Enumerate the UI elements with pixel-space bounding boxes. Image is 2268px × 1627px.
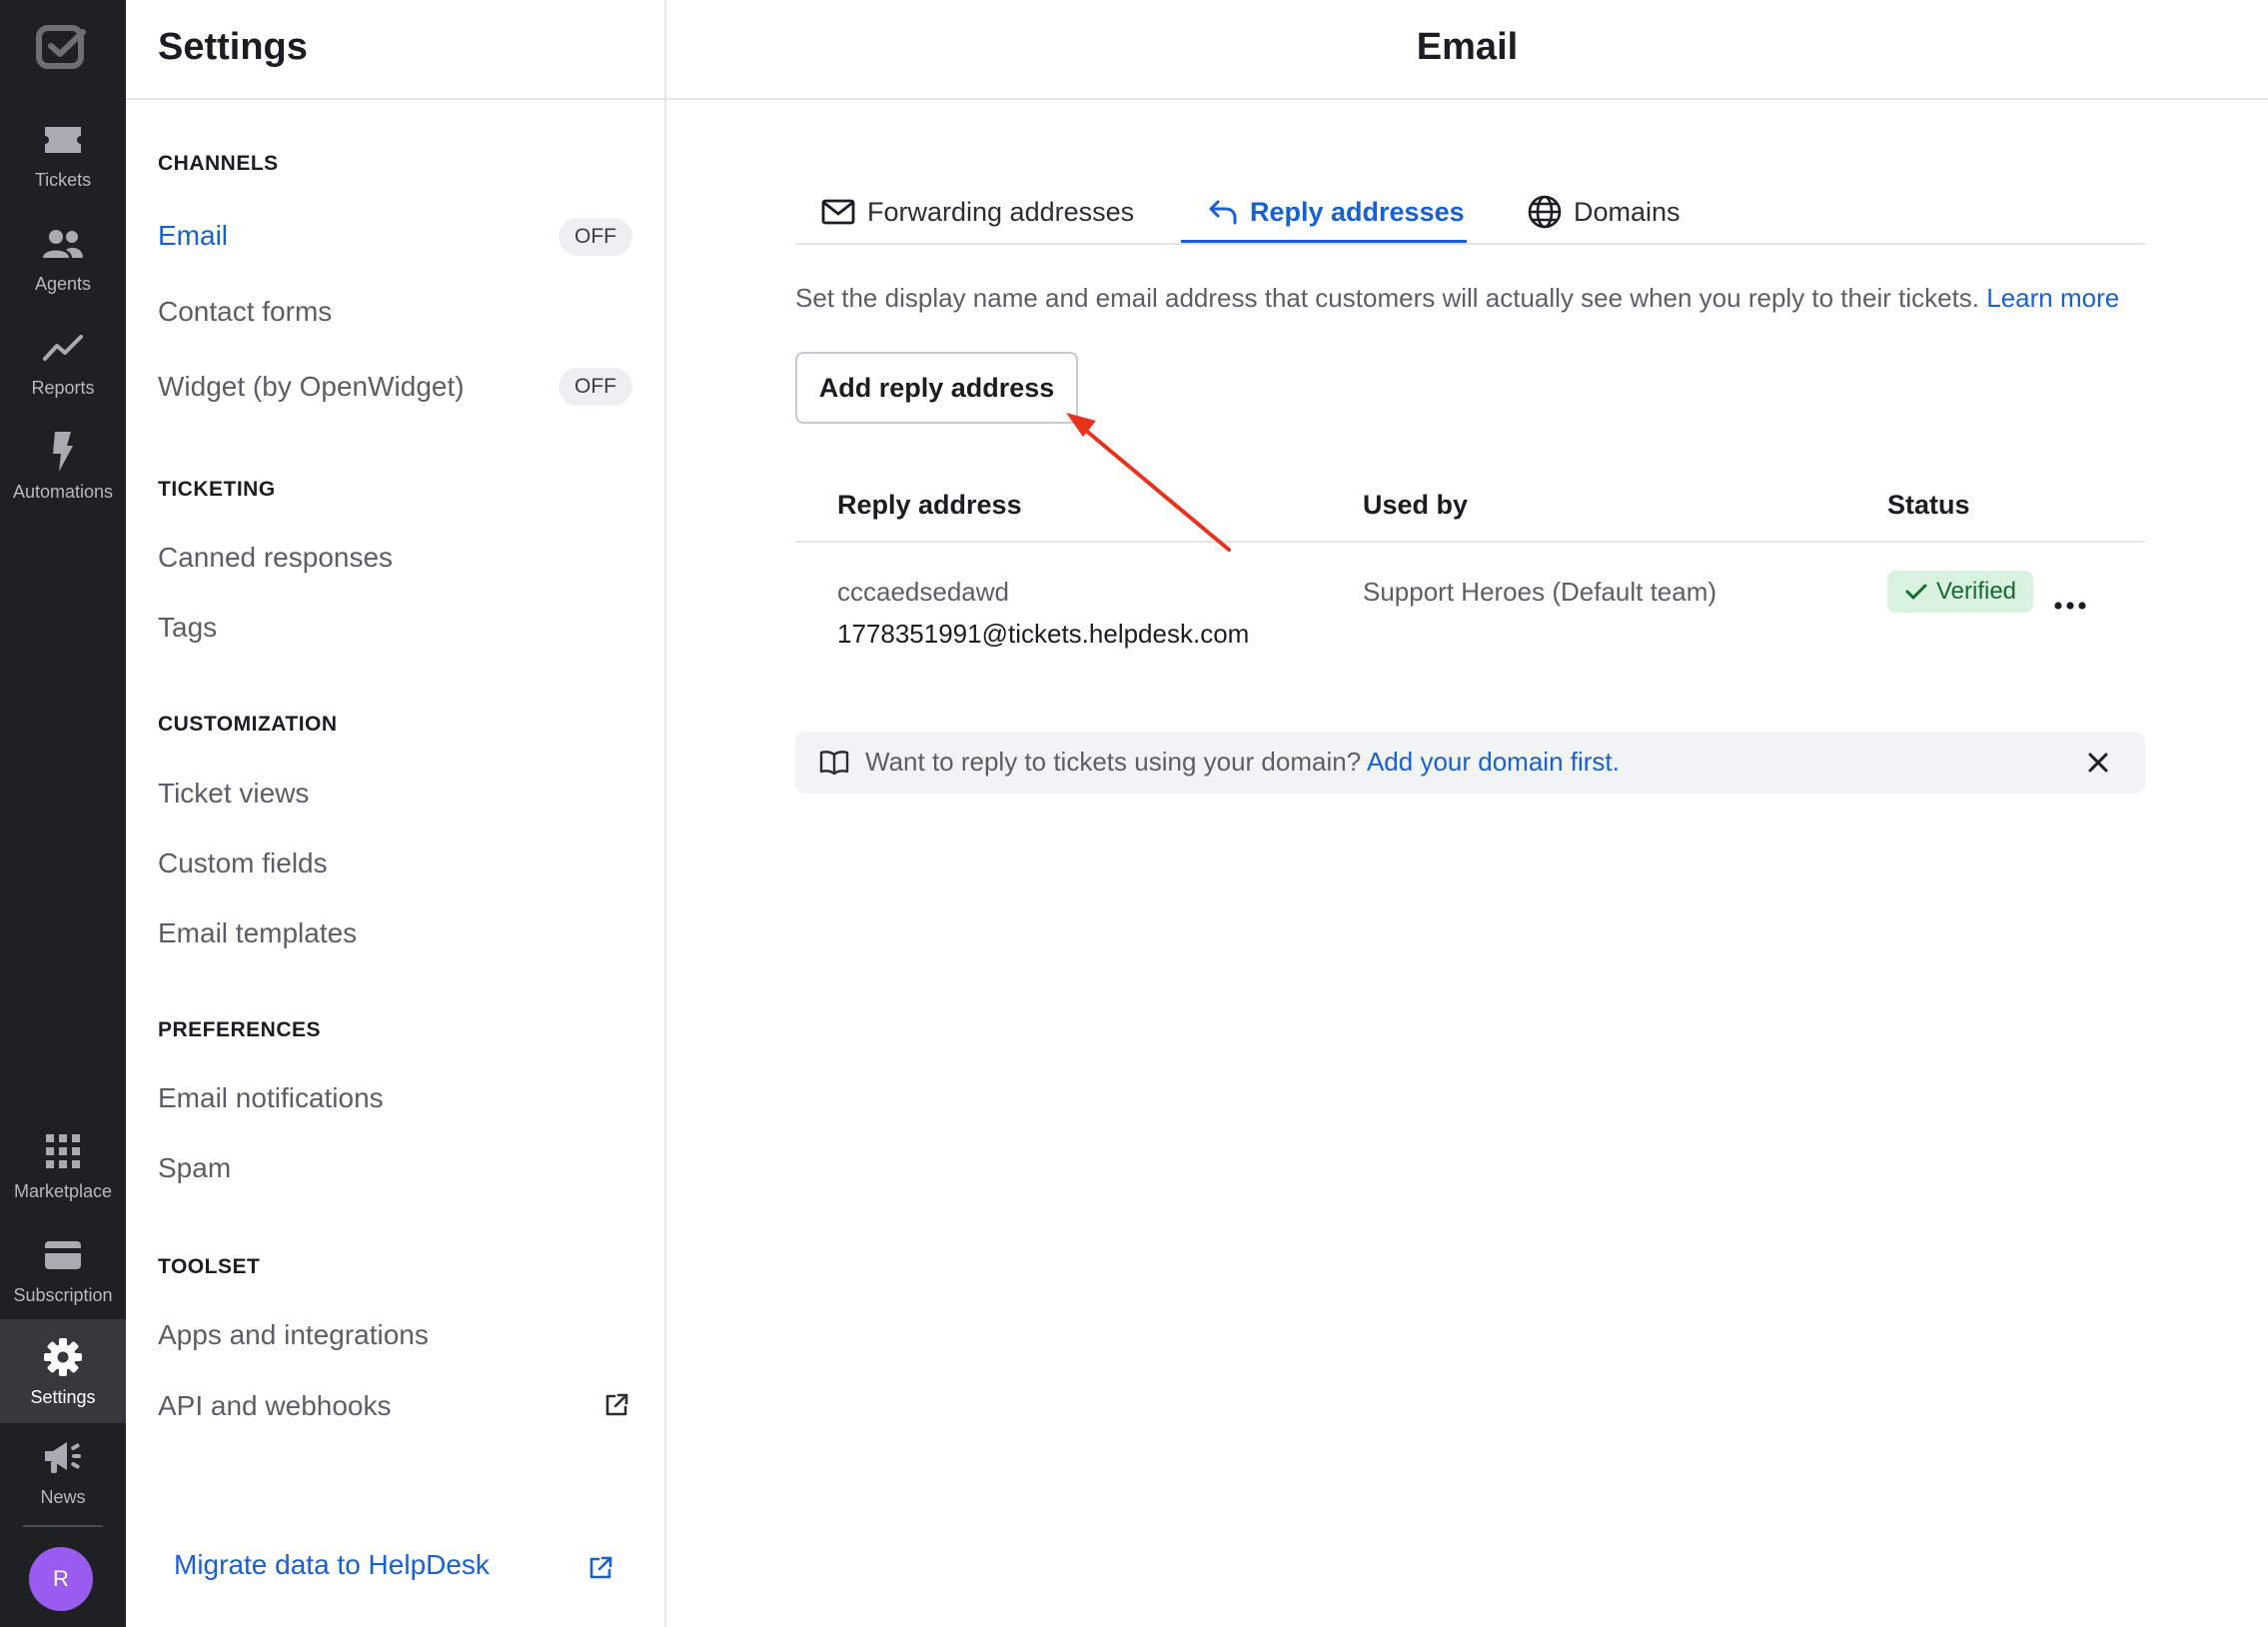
reply-address-name: cccaedsedawd xyxy=(837,577,1009,607)
migrate-data-link[interactable]: Migrate data to HelpDesk xyxy=(174,1549,490,1581)
close-icon[interactable] xyxy=(2087,752,2109,774)
section-heading-channels: CHANNELS xyxy=(158,152,279,175)
banner-text: Want to reply to tickets using your doma… xyxy=(865,747,1362,777)
settings-nav-contact-forms[interactable]: Contact forms xyxy=(158,296,332,328)
rail-item-label: Tickets xyxy=(34,170,92,190)
rail-item-label: Reports xyxy=(31,378,95,398)
ticket-icon xyxy=(42,120,84,160)
settings-nav-tags[interactable]: Tags xyxy=(158,612,217,644)
page-title: Email xyxy=(1416,26,1519,68)
settings-nav-ticket-views[interactable]: Ticket views xyxy=(158,778,309,810)
rail-divider xyxy=(23,1525,103,1527)
add-domain-link[interactable]: Add your domain first. xyxy=(1367,747,1620,777)
app-rail: Tickets Agents Reports Automations Marke… xyxy=(0,0,126,1627)
settings-title: Settings xyxy=(158,26,308,68)
megaphone-icon xyxy=(42,1437,84,1477)
more-options-icon[interactable] xyxy=(2048,588,2092,618)
settings-nav-api-webhooks[interactable]: API and webhooks xyxy=(158,1390,392,1422)
globe-icon xyxy=(1528,195,1562,229)
domain-info-banner: Want to reply to tickets using your doma… xyxy=(795,732,2145,794)
rail-item-reports[interactable]: Reports xyxy=(0,314,126,414)
rail-item-label: Settings xyxy=(30,1387,96,1407)
page-description: Set the display name and email address t… xyxy=(795,283,2119,314)
learn-more-link[interactable]: Learn more xyxy=(1986,283,2119,313)
credit-card-icon xyxy=(42,1235,84,1275)
tab-label: Domains xyxy=(1574,196,1681,227)
tab-domains[interactable]: Domains xyxy=(1528,180,1681,244)
divider xyxy=(126,98,666,100)
settings-nav-spam[interactable]: Spam xyxy=(158,1152,231,1184)
external-link-icon[interactable] xyxy=(586,1554,614,1582)
rail-item-label: Agents xyxy=(34,274,92,294)
section-heading-preferences: PREFERENCES xyxy=(158,1018,322,1041)
settings-nav-canned-responses[interactable]: Canned responses xyxy=(158,542,393,574)
rail-item-subscription[interactable]: Subscription xyxy=(0,1221,126,1321)
tab-label: Reply addresses xyxy=(1250,196,1465,227)
used-by-team: Support Heroes (Default team) xyxy=(1363,577,1717,607)
settings-nav-email[interactable]: Email xyxy=(158,220,228,252)
description-text: Set the display name and email address t… xyxy=(795,283,1980,313)
section-heading-ticketing: TICKETING xyxy=(158,478,276,501)
tab-forwarding-addresses[interactable]: Forwarding addresses xyxy=(821,180,1134,244)
helpdesk-logo-icon[interactable] xyxy=(35,24,89,72)
rail-item-automations[interactable]: Automations xyxy=(0,418,126,518)
rail-item-settings[interactable]: Settings xyxy=(0,1319,126,1423)
divider xyxy=(795,243,2145,245)
status-badge: Verified xyxy=(1887,571,2033,613)
main-content: Email Forwarding addresses Reply address… xyxy=(666,0,2268,1627)
settings-panel: Settings CHANNELS Email OFF Contact form… xyxy=(126,0,666,1627)
column-header-status: Status xyxy=(1887,490,1970,520)
status-text: Verified xyxy=(1935,578,2017,605)
email-status-badge: OFF xyxy=(559,218,632,256)
section-heading-toolset: TOOLSET xyxy=(158,1255,261,1278)
divider xyxy=(666,98,2268,100)
settings-nav-widget[interactable]: Widget (by OpenWidget) xyxy=(158,371,465,403)
agents-icon xyxy=(42,224,84,264)
tab-label: Forwarding addresses xyxy=(867,196,1135,227)
rail-item-label: Subscription xyxy=(13,1285,113,1305)
user-avatar[interactable]: R xyxy=(29,1547,93,1611)
rail-item-tickets[interactable]: Tickets xyxy=(0,106,126,206)
lightning-bolt-icon xyxy=(42,432,84,472)
external-link-icon[interactable] xyxy=(602,1391,630,1419)
rail-item-label: Automations xyxy=(12,482,114,502)
rail-item-news[interactable]: News xyxy=(0,1423,126,1523)
section-heading-customization: CUSTOMIZATION xyxy=(158,713,338,736)
reply-icon xyxy=(1209,200,1237,225)
reports-chart-icon xyxy=(42,328,84,368)
banner-message: Want to reply to tickets using your doma… xyxy=(865,747,1620,778)
gear-icon xyxy=(42,1337,84,1377)
column-header-reply-address: Reply address xyxy=(837,490,1022,520)
envelope-icon xyxy=(821,199,855,225)
tab-reply-addresses[interactable]: Reply addresses xyxy=(1208,180,1465,244)
add-reply-address-button[interactable]: Add reply address xyxy=(795,352,1078,424)
divider xyxy=(795,541,2145,543)
checkmark-icon xyxy=(1905,584,1927,600)
widget-status-badge: OFF xyxy=(559,368,632,406)
open-book-icon xyxy=(819,751,849,776)
settings-nav-custom-fields[interactable]: Custom fields xyxy=(158,847,328,879)
settings-nav-email-templates[interactable]: Email templates xyxy=(158,917,357,949)
settings-nav-apps-integrations[interactable]: Apps and integrations xyxy=(158,1319,429,1351)
rail-item-label: Marketplace xyxy=(13,1181,113,1201)
reply-address-email: 1778351991@tickets.helpdesk.com xyxy=(837,619,1250,649)
column-header-used-by: Used by xyxy=(1363,490,1469,520)
rail-item-label: News xyxy=(40,1487,86,1507)
rail-item-agents[interactable]: Agents xyxy=(0,210,126,310)
rail-item-marketplace[interactable]: Marketplace xyxy=(0,1117,126,1217)
settings-nav-email-notifications[interactable]: Email notifications xyxy=(158,1082,384,1114)
grid-apps-icon xyxy=(42,1131,84,1171)
